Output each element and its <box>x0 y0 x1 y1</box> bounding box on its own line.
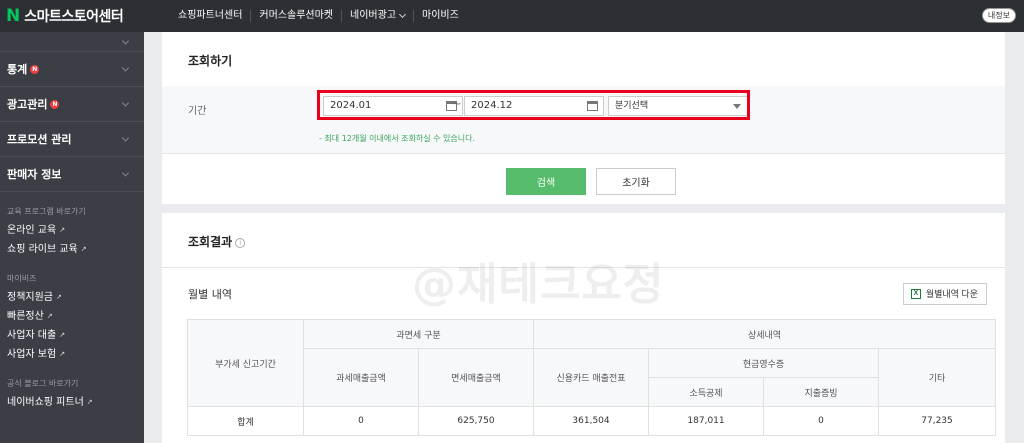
new-badge-icon: N <box>30 64 40 74</box>
sidebar-link-label: 빠른정산 <box>7 311 44 322</box>
col-header-taxable: 과세매출금액 <box>303 348 419 407</box>
col-header-income-deduction: 소득공제 <box>648 377 765 407</box>
topnav-commerce-solution[interactable]: 커머스솔루션마켓 <box>251 10 343 22</box>
sidebar-link-label: 사업자 대출 <box>7 330 57 341</box>
chevron-down-icon <box>121 134 130 142</box>
note-max-period: - 최대 12개월 이내에서 조회하실 수 있습니다. <box>319 134 475 143</box>
sidebar-link-online-edu[interactable]: 온라인 교육 ↗ <box>0 221 144 240</box>
quarter-select-value: 분기선택 <box>615 101 649 111</box>
start-date-value: 2024.01 <box>330 100 372 111</box>
end-date-value: 2024.12 <box>471 100 513 111</box>
external-link-icon: ↗ <box>59 350 66 358</box>
table-row: 합계 0 625,750 361,504 187,011 0 77,235 <box>187 406 997 436</box>
sidebar-item-label: 통계 <box>7 63 28 76</box>
sidebar-link-business-insurance[interactable]: 사업자 보험 ↗ <box>0 345 144 364</box>
chevron-down-icon <box>121 64 130 72</box>
sidebar-item-ads[interactable]: 광고관리 N <box>0 87 144 122</box>
cell-period: 합계 <box>187 406 304 436</box>
col-header-period: 부가세 신고기간 <box>187 319 304 407</box>
external-link-icon: ↗ <box>56 293 62 301</box>
external-link-icon: ↗ <box>59 226 66 234</box>
logo[interactable]: N 스마트스토어센터 <box>0 6 170 26</box>
sidebar-link-label: 네이버쇼핑 피트너 <box>7 397 84 408</box>
topnav-mybiz[interactable]: 마이비즈 <box>414 10 467 22</box>
sidebar-item-label: 프로모션 관리 <box>7 133 72 146</box>
sidebar-link-live-edu[interactable]: 쇼핑 라이브 교육 ↗ <box>0 240 144 259</box>
info-icon[interactable]: i <box>235 238 246 248</box>
my-info-button[interactable]: 내정보 <box>981 8 1016 23</box>
col-header-expense-proof: 지출증빙 <box>763 377 880 407</box>
result-title-label: 조회결과 <box>188 235 233 249</box>
result-panel: 조회결과 i @재테크요정 월별 내역 X 월별내역 다운 부가세 신고기간 과면… <box>162 213 1005 443</box>
divider <box>162 267 1005 268</box>
col-header-card: 신용카드 매출전표 <box>533 348 650 407</box>
cell-etc: 77,235 <box>878 406 997 436</box>
download-label: 월별내역 다운 <box>925 289 978 299</box>
top-nav: 쇼핑파트너센터 커머스솔루션마켓 네이버광고 마이비즈 <box>170 0 467 32</box>
filter-area: 기간 2024.01 ~ 2024.12 분기선택 - 최대 12개월 이내에서… <box>162 86 1005 154</box>
sidebar-link-policy-fund[interactable]: 정책지원금 ↗ <box>0 288 144 307</box>
search-panel: 조회하기 기간 2024.01 ~ 2024.12 분기선택 - 최대 12개월… <box>162 32 1005 204</box>
cell-taxable: 0 <box>303 406 419 436</box>
sidebar-link-shopping-partner[interactable]: 네이버쇼핑 피트너 ↗ <box>0 393 144 412</box>
group-header-tax-type: 과면세 구분 <box>302 319 535 349</box>
excel-icon: X <box>910 289 921 299</box>
result-panel-title: 조회결과 i <box>188 233 246 250</box>
chevron-down-icon <box>121 99 130 107</box>
external-link-icon: ↗ <box>80 245 87 253</box>
sidebar-link-label: 쇼핑 라이브 교육 <box>7 244 78 255</box>
monthly-download-button[interactable]: X 월별내역 다운 <box>902 283 987 305</box>
start-date-input[interactable]: 2024.01 <box>323 96 463 116</box>
external-link-icon: ↗ <box>46 312 53 320</box>
cell-exempt: 625,750 <box>417 406 535 436</box>
period-label: 기간 <box>188 106 207 117</box>
topnav-shopping-partner[interactable]: 쇼핑파트너센터 <box>170 10 252 22</box>
new-badge-icon: N <box>50 99 60 109</box>
chevron-down-icon <box>121 169 130 177</box>
sidebar-item-stats[interactable]: 통계 N <box>0 52 144 87</box>
group-header-cash-receipt: 현금영수증 <box>648 348 880 378</box>
main-content: 조회하기 기간 2024.01 ~ 2024.12 분기선택 - 최대 12개월… <box>144 32 1024 443</box>
watermark: @재테크요정 <box>412 259 665 310</box>
sidebar-section-mybiz: 마이비즈 <box>7 274 37 283</box>
sidebar-link-label: 정책지원금 <box>7 292 53 303</box>
sidebar-link-quick-settle[interactable]: 빠른정산 ↗ <box>0 307 144 326</box>
external-link-icon: ↗ <box>59 331 66 339</box>
search-button[interactable]: 검색 <box>506 168 586 195</box>
sidebar: 통계 N 광고관리 N 프로모션 관리 판매자 정보 교육 프로그램 바로가기 … <box>0 32 144 443</box>
search-panel-title: 조회하기 <box>188 54 233 68</box>
monthly-title: 월별 내역 <box>188 288 232 301</box>
topnav-naver-ads-label: 네이버광고 <box>350 10 397 21</box>
sidebar-item-label: 광고관리 <box>7 98 48 111</box>
end-date-input[interactable]: 2024.12 <box>464 96 604 116</box>
sidebar-section-blog: 공식 블로그 바로가기 <box>7 379 79 388</box>
calendar-icon[interactable] <box>587 101 598 111</box>
logo-n-icon: N <box>6 6 21 26</box>
date-separator: ~ <box>453 99 462 110</box>
chevron-down-icon <box>398 10 407 19</box>
logo-text: 스마트스토어센터 <box>24 9 124 25</box>
sidebar-link-label: 온라인 교육 <box>7 225 57 236</box>
topnav-naver-ads[interactable]: 네이버광고 <box>342 10 415 22</box>
sidebar-link-business-loan[interactable]: 사업자 대출 ↗ <box>0 326 144 345</box>
result-table: 부가세 신고기간 과면세 구분 상세내역 과세매출금액 면세매출금액 신용카드 … <box>187 319 997 436</box>
sidebar-item-promotion[interactable]: 프로모션 관리 <box>0 122 144 157</box>
chevron-down-icon <box>121 36 130 45</box>
external-link-icon: ↗ <box>86 398 93 406</box>
dropdown-arrow-icon <box>733 104 741 109</box>
sidebar-item-label: 판매자 정보 <box>7 168 62 181</box>
sidebar-section-education: 교육 프로그램 바로가기 <box>7 207 86 216</box>
sidebar-item-partial[interactable] <box>0 32 144 52</box>
quarter-select[interactable]: 분기선택 <box>608 96 748 116</box>
top-bar: N 스마트스토어센터 쇼핑파트너센터 커머스솔루션마켓 네이버광고 마이비즈 내… <box>0 0 1024 32</box>
cell-income-deduction: 187,011 <box>648 406 765 436</box>
cell-card: 361,504 <box>533 406 650 436</box>
sidebar-link-label: 사업자 보험 <box>7 349 57 360</box>
sidebar-item-seller-info[interactable]: 판매자 정보 <box>0 157 144 192</box>
group-header-detail: 상세내역 <box>533 319 997 349</box>
col-header-exempt: 면세매출금액 <box>417 348 535 407</box>
col-header-etc: 기타 <box>878 348 997 407</box>
reset-button[interactable]: 초기화 <box>596 168 676 195</box>
cell-expense-proof: 0 <box>763 406 880 436</box>
